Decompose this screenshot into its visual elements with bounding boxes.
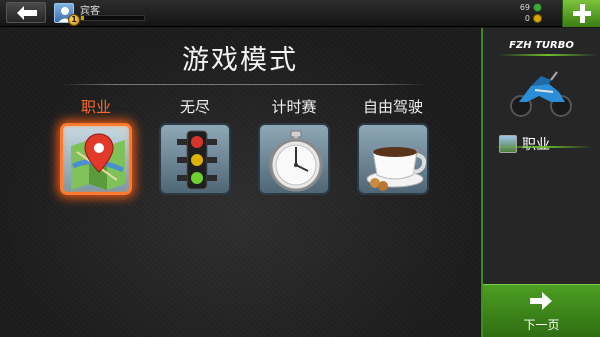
arrow-right-icon [530, 292, 552, 310]
mode-tile[interactable] [357, 123, 429, 195]
xp-progress-fill [81, 16, 85, 20]
motorcycle-icon[interactable] [509, 66, 575, 118]
mode-free-drive[interactable]: 自由驾驶 [353, 96, 433, 195]
back-arrow-icon [17, 6, 37, 20]
cash-value: 69 [519, 3, 530, 12]
map-pin-icon [71, 133, 125, 190]
vehicle-name: FZH TURBO [509, 40, 574, 51]
next-page-button[interactable]: 下一页 [483, 284, 600, 337]
xp-progress-bar [80, 15, 145, 21]
mode-label: 职业 [80, 98, 111, 116]
current-mode-underline [493, 146, 593, 148]
mode-time-trial[interactable]: 计时赛 [254, 96, 334, 195]
current-mode-label: 职业 [522, 137, 550, 153]
mode-endless[interactable]: 无尽 [155, 96, 235, 195]
mode-tile[interactable] [60, 123, 132, 195]
mode-tile[interactable] [258, 123, 330, 195]
game-mode-panel: 游戏模式 职业 无尽 计时赛 自由驾驶 [0, 28, 480, 337]
cash-coin-icon [533, 3, 542, 12]
vehicle-name-underline [498, 54, 598, 56]
mode-career[interactable]: 职业 [56, 96, 136, 195]
mode-label: 计时赛 [271, 98, 317, 116]
next-page-label: 下一页 [523, 318, 560, 332]
top-bar: 1 宾客 69 0 [0, 0, 600, 27]
gold-balance: 0 [525, 14, 542, 23]
gold-value: 0 [524, 14, 530, 23]
gold-coin-icon [533, 14, 542, 23]
mode-tile[interactable] [159, 123, 231, 195]
current-mode-chip: 职业 [499, 134, 550, 154]
back-button[interactable] [6, 2, 46, 23]
career-mode-icon [499, 135, 517, 153]
cash-balance: 69 [520, 3, 542, 12]
coffee-cup-icon [366, 147, 427, 191]
mode-label: 无尽 [179, 98, 210, 116]
level-badge: 1 [68, 14, 80, 26]
title-divider [58, 84, 428, 85]
mode-label: 自由驾驶 [362, 98, 423, 116]
page-title: 游戏模式 [182, 45, 298, 76]
add-currency-button[interactable] [562, 0, 600, 27]
stopwatch-icon [269, 130, 323, 192]
side-panel: FZH TURBO 职业 下一页 [481, 28, 600, 337]
traffic-light-icon [177, 130, 217, 190]
